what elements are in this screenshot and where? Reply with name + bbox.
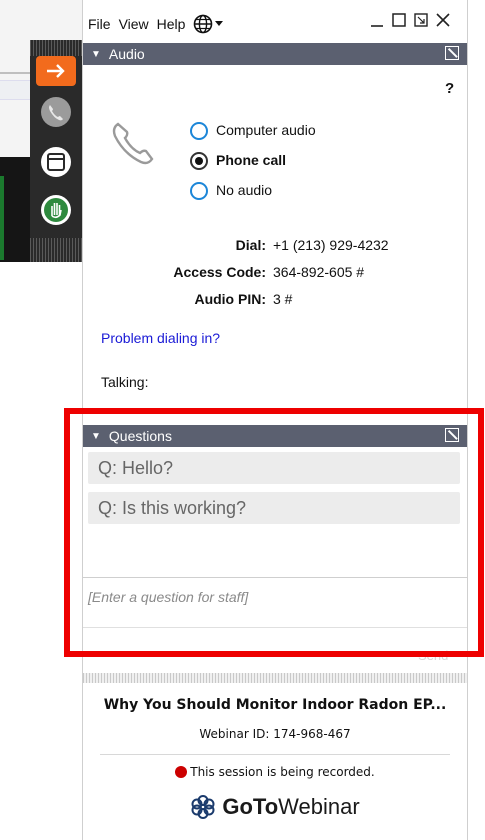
globe-icon <box>194 14 213 34</box>
audio-header-label: Audio <box>108 46 145 62</box>
recording-text: This session is being recorded. <box>190 765 375 779</box>
restore-icon[interactable] <box>414 12 428 28</box>
chevron-down-icon <box>215 21 224 26</box>
resize-grip[interactable] <box>83 673 467 683</box>
toolbar-grip-top[interactable] <box>30 40 82 56</box>
gotowebinar-flower-icon <box>191 795 215 819</box>
problem-dialing-link[interactable]: Problem dialing in? <box>101 330 220 346</box>
webinar-title: Why You Should Monitor Indoor Radon EP..… <box>103 697 447 713</box>
phone-call-label[interactable]: Phone call <box>216 152 286 168</box>
questions-highlight-box <box>64 408 484 657</box>
brand-go: Go <box>222 794 253 819</box>
phone-icon <box>41 97 71 127</box>
toolbar-grip-bottom[interactable] <box>30 238 82 262</box>
screen-toolbar-button[interactable] <box>36 144 76 180</box>
record-dot-icon <box>175 766 188 778</box>
menu-view[interactable]: View <box>119 16 149 32</box>
raise-hand-icon <box>41 195 71 225</box>
language-menu[interactable] <box>193 14 224 34</box>
access-code-label: Access Code: <box>173 264 266 280</box>
brand-to: To <box>252 794 279 819</box>
audio-section-header[interactable]: ▼ Audio <box>83 43 467 65</box>
collapse-triangle-icon: ▼ <box>91 48 101 60</box>
menu-bar: File View Help <box>88 14 224 34</box>
talking-label: Talking: <box>101 374 149 390</box>
audio-pin-value: 3 # <box>273 291 293 307</box>
phone-handset-icon <box>112 122 154 165</box>
webinar-id: Webinar ID: 174-968-467 <box>199 727 351 741</box>
collapse-panel-button[interactable] <box>36 56 76 86</box>
menu-help[interactable]: Help <box>157 16 186 32</box>
dial-label: Dial: <box>235 237 266 253</box>
recording-status: This session is being recorded. <box>83 765 467 779</box>
audio-toolbar-button[interactable] <box>36 94 76 130</box>
computer-audio-radio[interactable] <box>190 122 208 140</box>
dial-number: +1 (213) 929-4232 <box>273 237 389 253</box>
close-icon[interactable] <box>436 12 450 28</box>
audio-help-button[interactable]: ? <box>445 80 454 97</box>
menu-file[interactable]: File <box>88 16 111 32</box>
no-audio-radio[interactable] <box>190 182 208 200</box>
window-icon <box>41 147 71 177</box>
popout-icon[interactable] <box>445 46 459 60</box>
divider <box>100 754 450 755</box>
gotowebinar-logo: GoToWebinar <box>83 794 467 820</box>
window-controls <box>370 12 450 28</box>
arrow-right-icon <box>47 64 65 78</box>
background-green-strip <box>0 176 4 260</box>
maximize-icon[interactable] <box>392 12 406 28</box>
audio-pin-label: Audio PIN: <box>194 291 266 307</box>
raise-hand-button[interactable] <box>36 192 76 228</box>
phone-call-radio[interactable] <box>190 152 208 170</box>
no-audio-label[interactable]: No audio <box>216 182 272 198</box>
brand-webinar: Webinar <box>278 794 360 819</box>
minimize-icon[interactable] <box>370 12 384 28</box>
computer-audio-label[interactable]: Computer audio <box>216 122 316 138</box>
access-code-value: 364-892-605 # <box>273 264 365 280</box>
